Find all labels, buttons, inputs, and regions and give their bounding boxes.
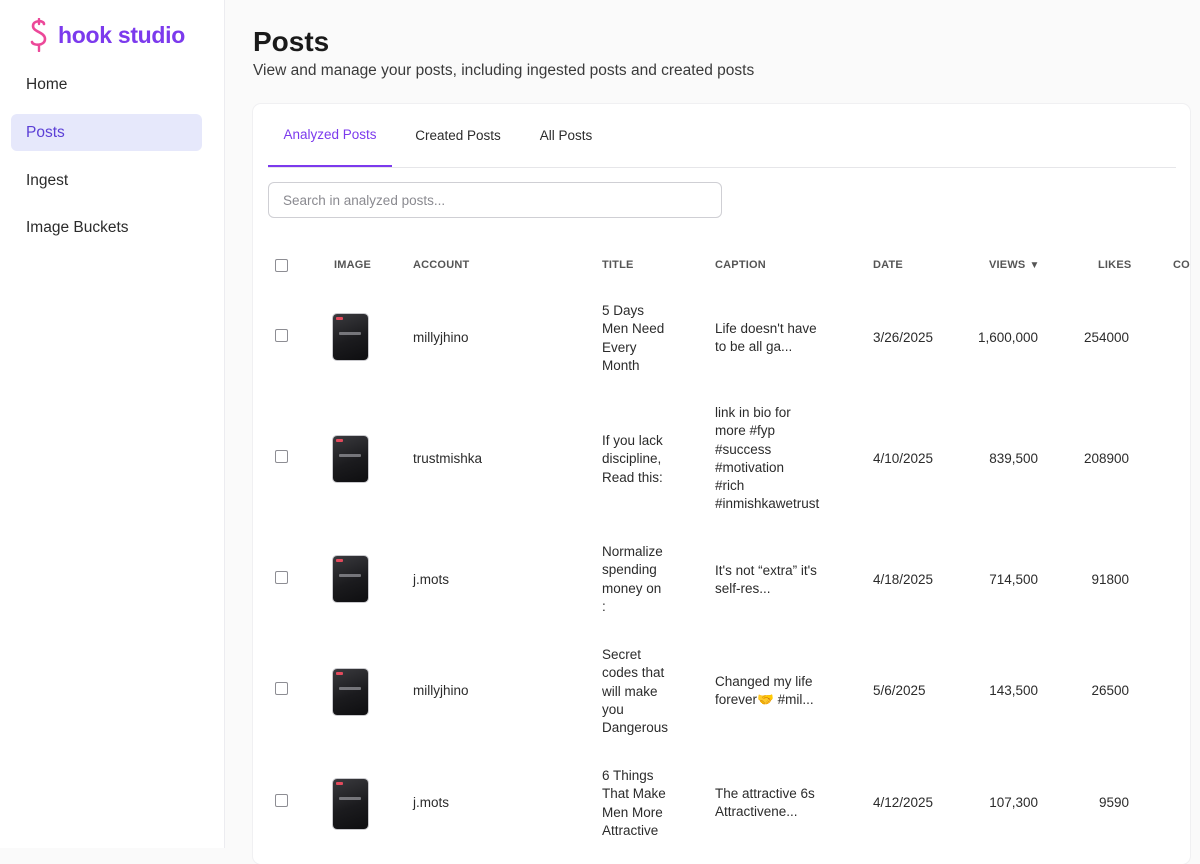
row-account: millyjhino xyxy=(413,330,469,345)
row-checkbox[interactable] xyxy=(275,794,288,807)
page-subtitle: View and manage your posts, including in… xyxy=(253,62,755,79)
row-date: 3/26/2025 xyxy=(873,330,934,345)
row-caption: link in bio for more #fyp #success #motivat… xyxy=(715,405,820,512)
row-caption: The attractive 6s Attractivene... xyxy=(715,786,815,820)
post-thumbnail[interactable] xyxy=(333,314,368,360)
row-account: j.mots xyxy=(413,795,450,810)
row-date: 4/18/2025 xyxy=(873,572,934,587)
row-date: 4/10/2025 xyxy=(873,451,934,466)
tab-analyzed-posts[interactable]: Analyzed Posts xyxy=(268,104,392,167)
post-thumbnail[interactable] xyxy=(333,779,368,829)
sidebar: hook studio Home Posts Ingest Image Buck… xyxy=(0,0,225,848)
app-logo[interactable]: hook studio xyxy=(28,18,185,52)
row-title: Secret codes that will make you Dangerous xyxy=(602,647,669,736)
row-likes: 254000 xyxy=(1083,330,1129,345)
row-caption: Changed my life forever🤝 #mil... xyxy=(715,674,814,708)
tab-bar: Analyzed Posts Created Posts All Posts xyxy=(268,104,1176,168)
row-views: 714,500 xyxy=(989,572,1038,587)
sidebar-item-image-buckets[interactable]: Image Buckets xyxy=(11,209,202,246)
main-content: Posts View and manage your posts, includ… xyxy=(225,0,1200,864)
row-likes: 91800 xyxy=(1091,572,1129,587)
row-account: millyjhino xyxy=(413,683,469,698)
row-views: 839,500 xyxy=(989,451,1038,466)
sidebar-item-home[interactable]: Home xyxy=(11,66,202,103)
search-input[interactable] xyxy=(268,182,722,218)
tab-label: All Posts xyxy=(539,128,593,143)
tab-created-posts[interactable]: Created Posts xyxy=(396,104,520,167)
tab-label: Created Posts xyxy=(415,128,501,143)
column-header-comments[interactable]: CO xyxy=(1173,259,1190,271)
logo-icon xyxy=(30,18,47,52)
row-date: 4/12/2025 xyxy=(873,795,934,810)
row-likes: 26500 xyxy=(1091,683,1129,698)
column-header-account[interactable]: ACCOUNT xyxy=(413,259,469,271)
app-name: hook studio xyxy=(58,21,186,48)
row-title: 5 Days Men Need Every Month xyxy=(602,303,665,373)
post-thumbnail[interactable] xyxy=(333,669,368,715)
sidebar-item-label: Posts xyxy=(26,123,65,141)
row-likes: 9590 xyxy=(1098,795,1129,810)
row-views: 1,600,000 xyxy=(977,330,1038,345)
tab-all-posts[interactable]: All Posts xyxy=(525,104,607,167)
row-caption: It's not “extra” it's self-res... xyxy=(715,563,817,597)
column-header-image: IMAGE xyxy=(334,259,372,271)
row-title: Normalize spending money on: xyxy=(602,544,663,614)
column-header-date[interactable]: DATE xyxy=(873,259,903,271)
sidebar-item-posts[interactable]: Posts xyxy=(11,114,202,151)
row-views: 143,500 xyxy=(989,683,1038,698)
post-thumbnail[interactable] xyxy=(333,436,368,482)
sidebar-item-label: Ingest xyxy=(26,171,69,189)
row-views: 107,300 xyxy=(989,795,1038,810)
column-header-views-label: VIEWS xyxy=(989,259,1026,271)
column-header-title[interactable]: TITLE xyxy=(602,259,634,271)
posts-card: Analyzed Posts Created Posts All Posts I… xyxy=(253,104,1190,864)
row-checkbox[interactable] xyxy=(275,571,288,584)
sidebar-item-label: Home xyxy=(26,75,68,93)
row-checkbox[interactable] xyxy=(275,450,288,463)
row-caption: Life doesn't have to be all ga... xyxy=(715,321,817,355)
row-date: 5/6/2025 xyxy=(873,683,926,698)
column-header-views[interactable]: VIEWS ▼ xyxy=(989,259,1040,271)
row-checkbox[interactable] xyxy=(275,682,288,695)
sort-desc-icon: ▼ xyxy=(1029,259,1040,271)
column-header-caption[interactable]: CAPTION xyxy=(715,259,766,271)
tab-label: Analyzed Posts xyxy=(283,127,377,142)
row-checkbox[interactable] xyxy=(275,329,288,342)
row-title: If you lack discipline, Read this: xyxy=(602,433,663,485)
post-thumbnail[interactable] xyxy=(333,556,368,602)
row-likes: 208900 xyxy=(1083,451,1129,466)
column-header-likes[interactable]: LIKES xyxy=(1098,259,1131,271)
row-title: 6 Things That Make Men More Attractive xyxy=(602,768,666,838)
row-account: j.mots xyxy=(413,572,450,587)
sidebar-item-ingest[interactable]: Ingest xyxy=(11,162,202,199)
select-all-checkbox[interactable] xyxy=(275,259,288,272)
row-account: trustmishka xyxy=(413,451,483,466)
sidebar-item-label: Image Buckets xyxy=(26,218,129,236)
page-title: Posts xyxy=(253,26,330,57)
